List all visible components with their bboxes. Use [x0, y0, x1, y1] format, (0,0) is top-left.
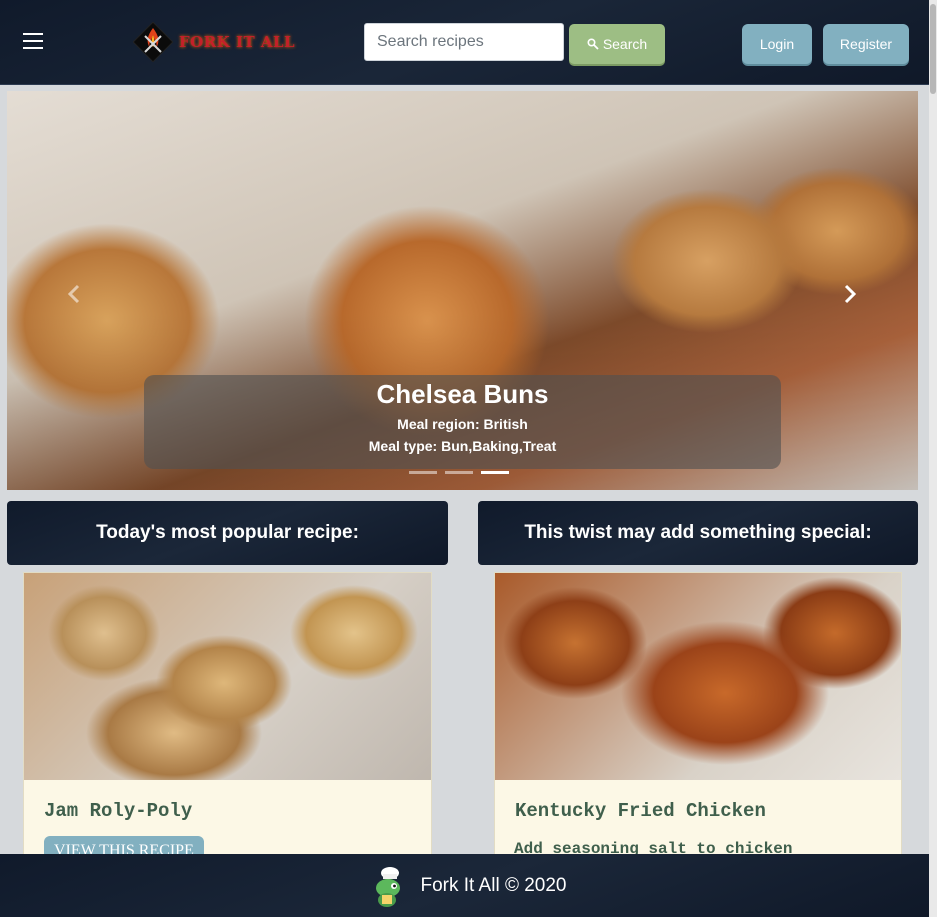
search-input[interactable]: [364, 23, 564, 61]
twist-heading: This twist may add something special:: [478, 501, 918, 565]
fork-knife-fire-icon: [132, 21, 174, 63]
carousel-indicators: [409, 471, 509, 474]
scrollbar-thumb[interactable]: [930, 4, 936, 94]
brand-name: FORK IT ALL: [179, 33, 296, 51]
page-footer: Fork It All © 2020: [0, 854, 937, 917]
chef-dinosaur-icon: [370, 864, 410, 908]
footer-copyright: Fork It All © 2020: [420, 874, 567, 896]
search-button[interactable]: Search: [569, 24, 665, 64]
carousel-indicator-3[interactable]: [481, 471, 509, 474]
hamburger-menu-icon[interactable]: [23, 33, 43, 49]
carousel-meal-type: Meal type: Bun,Baking,Treat: [368, 438, 557, 454]
carousel-indicator-1[interactable]: [409, 471, 437, 474]
register-button[interactable]: Register: [823, 24, 909, 64]
carousel-recipe-title: Chelsea Buns: [376, 379, 549, 409]
brand-logo[interactable]: FORK IT ALL: [132, 20, 296, 64]
popular-recipe-card: Jam Roly-Poly VIEW THIS RECIPE: [23, 572, 432, 862]
popular-recipe-title: Jam Roly-Poly: [44, 800, 193, 822]
carousel-caption: Chelsea Buns Meal region: British Meal t…: [144, 375, 781, 469]
page-scrollbar[interactable]: [929, 0, 937, 917]
popular-recipe-heading: Today's most popular recipe:: [7, 501, 448, 565]
chevron-left-icon[interactable]: [59, 279, 89, 309]
top-navbar: FORK IT ALL Search Login Register: [0, 0, 937, 85]
twist-card: Kentucky Fried Chicken Add seasoning sal…: [494, 572, 902, 862]
login-button[interactable]: Login: [742, 24, 812, 64]
chevron-right-icon[interactable]: [835, 279, 865, 309]
recipe-image-jam-roly-poly[interactable]: [24, 573, 431, 780]
magnifier-icon: [587, 38, 599, 50]
twist-recipe-title: Kentucky Fried Chicken: [515, 800, 766, 822]
carousel-indicator-2[interactable]: [445, 471, 473, 474]
carousel-meal-region: Meal region: British: [397, 416, 528, 432]
search-button-label: Search: [602, 36, 648, 52]
recipe-image-kentucky-fried-chicken[interactable]: [495, 573, 901, 780]
featured-recipe-carousel[interactable]: Chelsea Buns Meal region: British Meal t…: [7, 91, 918, 490]
